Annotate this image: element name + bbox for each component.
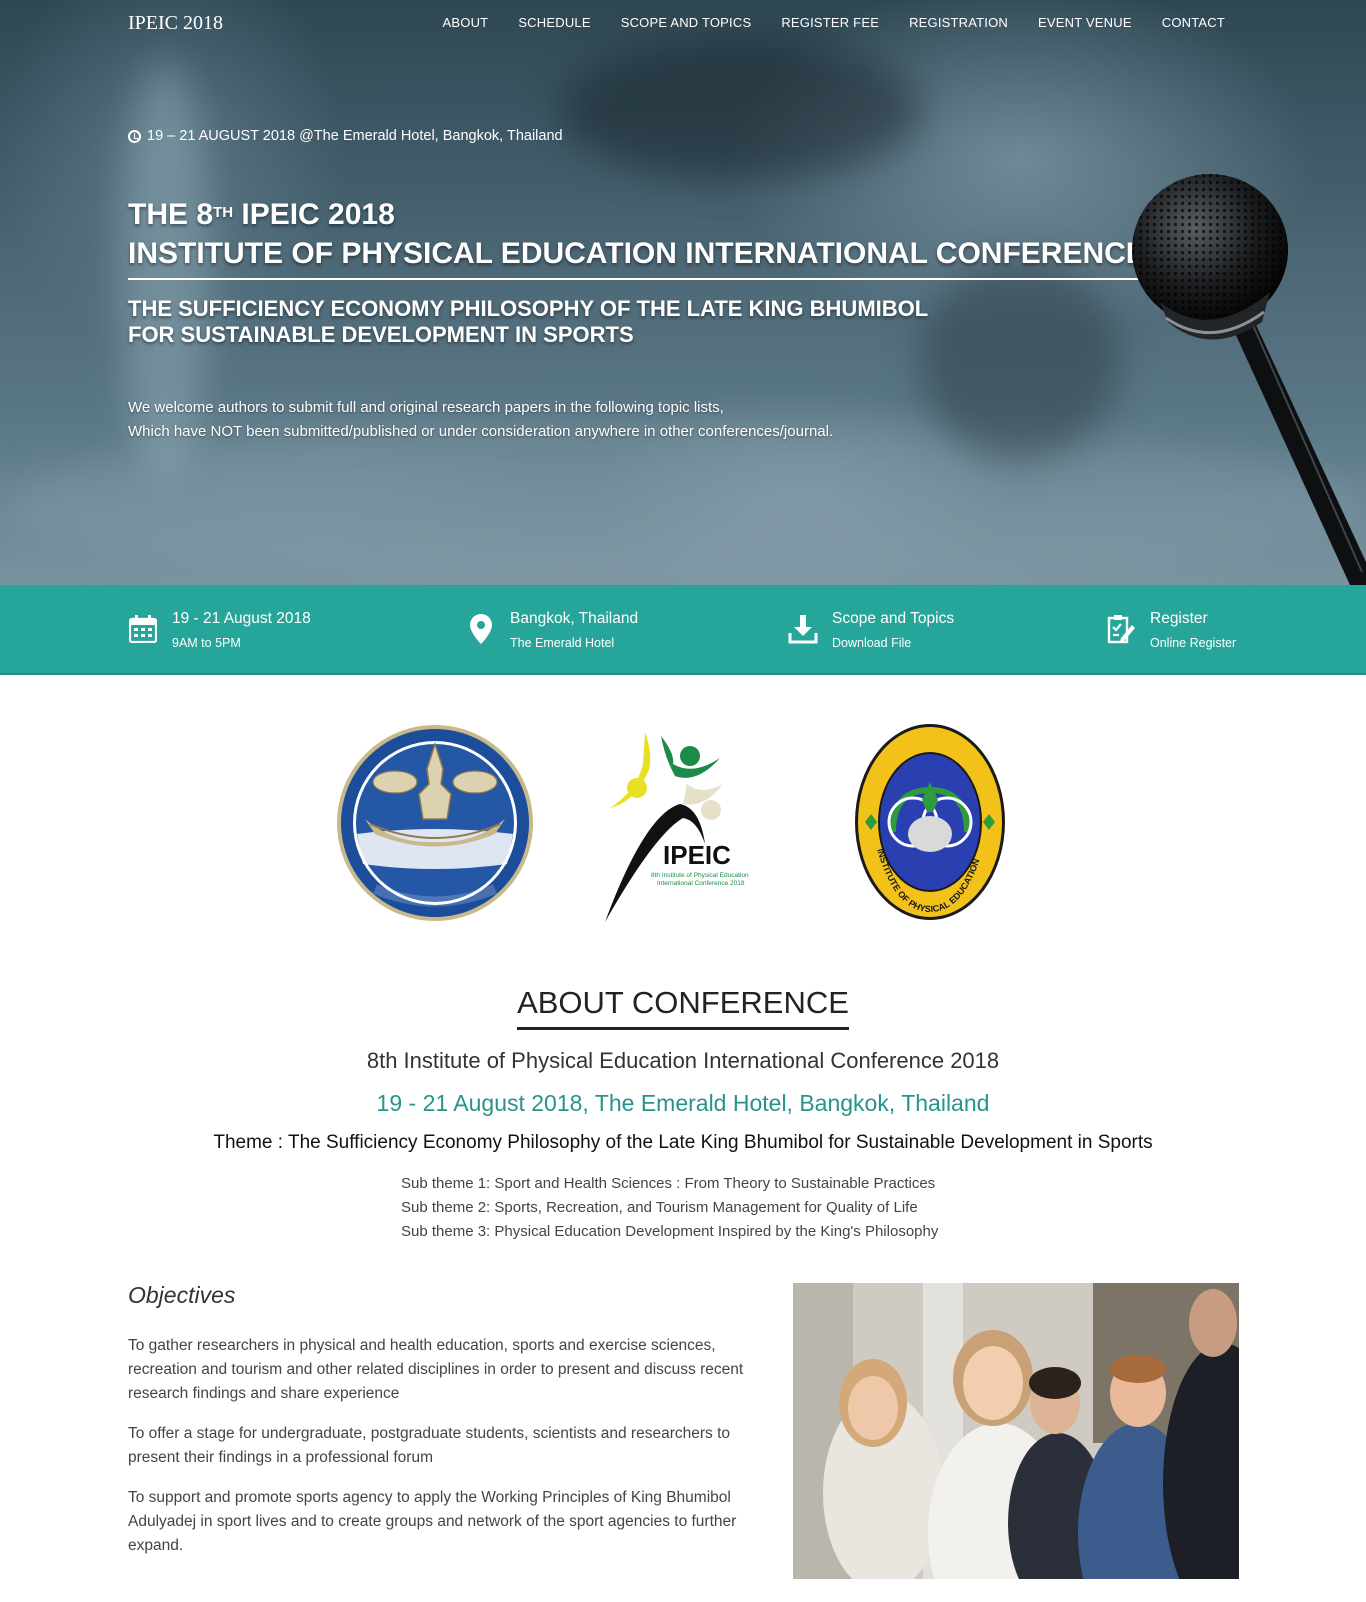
hero-subtitle-line1: THE SUFFICIENCY ECONOMY PHILOSOPHY OF TH… xyxy=(128,296,929,321)
info-scope-sub[interactable]: Download File xyxy=(832,633,954,653)
hero-title-sup: TH xyxy=(213,204,234,221)
about-heading: ABOUT CONFERENCE xyxy=(0,985,1366,1030)
subtheme-item: Sub theme 2: Sports, Recreation, and Tou… xyxy=(401,1199,918,1216)
about-heading-text: ABOUT CONFERENCE xyxy=(517,985,849,1030)
info-date-title: 19 - 21 August 2018 xyxy=(172,610,311,627)
calendar-icon xyxy=(128,613,158,645)
nav-about[interactable]: ABOUT xyxy=(443,15,489,30)
hero-date-text: 19 – 21 AUGUST 2018 @The Emerald Hotel, … xyxy=(147,128,563,144)
main-nav: ABOUT SCHEDULE SCOPE AND TOPICS REGISTER… xyxy=(443,15,1225,30)
info-location-sub: The Emerald Hotel xyxy=(510,636,615,650)
hero-description: We welcome authors to submit full and or… xyxy=(128,396,833,444)
objectives-title: Objectives xyxy=(128,1282,236,1308)
objective-paragraph: To offer a stage for undergraduate, post… xyxy=(128,1425,730,1466)
hero-title-prefix: THE 8 xyxy=(128,198,214,231)
nav-register-fee[interactable]: REGISTER FEE xyxy=(781,15,879,30)
map-pin-icon xyxy=(466,613,496,645)
hero-subtitle-line2: FOR SUSTAINABLE DEVELOPMENT IN SPORTS xyxy=(128,322,634,347)
nav-contact[interactable]: CONTACT xyxy=(1162,15,1225,30)
info-bar: 19 - 21 August 2018 9AM to 5PM Bangkok, … xyxy=(0,585,1366,675)
hero-date-line: 19 – 21 AUGUST 2018 @The Emerald Hotel, … xyxy=(128,128,563,144)
nav-registration[interactable]: REGISTRATION xyxy=(909,15,1008,30)
conference-date-venue: 19 - 21 August 2018, The Emerald Hotel, … xyxy=(376,1090,990,1116)
brand-logo-text[interactable]: IPEIC 2018 xyxy=(128,12,223,35)
hero-desc-line1: We welcome authors to submit full and or… xyxy=(128,399,724,416)
nav-scope-and-topics[interactable]: SCOPE AND TOPICS xyxy=(621,15,752,30)
ipeic-logo-text: IPEIC xyxy=(663,840,731,870)
info-item-register[interactable]: Register Online Register xyxy=(1106,609,1236,653)
info-date-sub: 9AM to 5PM xyxy=(172,636,241,650)
info-register-sub[interactable]: Online Register xyxy=(1150,633,1236,653)
hero-title-suffix: IPEIC 2018 xyxy=(233,198,395,231)
objective-paragraph: To support and promote sports agency to … xyxy=(128,1489,737,1554)
info-scope-title[interactable]: Scope and Topics xyxy=(832,609,954,629)
nav-event-venue[interactable]: EVENT VENUE xyxy=(1038,15,1132,30)
subtheme-item: Sub theme 3: Physical Education Developm… xyxy=(401,1223,939,1240)
objectives-text: To gather researchers in physical and he… xyxy=(128,1334,768,1574)
ipeic-logo-small-1: 8th Institute of Physical Education xyxy=(651,872,749,879)
hero-title-line2: INSTITUTE OF PHYSICAL EDUCATION INTERNAT… xyxy=(128,234,1146,280)
register-icon[interactable] xyxy=(1106,613,1136,645)
info-item-scope[interactable]: Scope and Topics Download File xyxy=(788,609,954,653)
hero-bg-blur xyxy=(920,260,1120,460)
objective-paragraph: To gather researchers in physical and he… xyxy=(128,1337,744,1402)
conference-name: 8th Institute of Physical Education Inte… xyxy=(366,1048,1000,1073)
download-icon[interactable] xyxy=(788,613,818,645)
info-item-location: Bangkok, Thailand The Emerald Hotel xyxy=(466,609,638,653)
subtheme-item: Sub theme 1: Sport and Health Sciences :… xyxy=(401,1175,936,1192)
hero-desc-line2: Which have NOT been submitted/published … xyxy=(128,423,834,440)
microphone-image xyxy=(1132,174,1366,585)
nav-schedule[interactable]: SCHEDULE xyxy=(518,15,590,30)
ipeic-logo: IPEIC 8th Institute of Physical Educatio… xyxy=(605,732,749,922)
hero-subtitle: THE SUFFICIENCY ECONOMY PHILOSOPHY OF TH… xyxy=(128,296,928,348)
conference-theme: Theme : The Sufficiency Economy Philosop… xyxy=(213,1132,1153,1153)
info-register-title[interactable]: Register xyxy=(1150,609,1236,629)
hero-banner: IPEIC 2018 ABOUT SCHEDULE SCOPE AND TOPI… xyxy=(0,0,1366,585)
hero-bg-blur xyxy=(560,40,920,180)
institute-of-physical-education-logo: INSTITUTE OF PHYSICAL EDUCATION xyxy=(855,724,1005,920)
subtheme-list: Sub theme 1: Sport and Health Sciences :… xyxy=(401,1172,938,1244)
ipeic-logo-small-2: International Conference 2018 xyxy=(657,880,745,887)
info-location-title: Bangkok, Thailand xyxy=(510,610,639,627)
hero-title: THE 8TH IPEIC 2018 INSTITUTE OF PHYSICAL… xyxy=(128,196,1146,280)
clock-icon xyxy=(128,129,141,143)
conference-audience-photo xyxy=(793,1283,1239,1579)
ministry-of-tourism-logo xyxy=(337,725,533,921)
info-item-date: 19 - 21 August 2018 9AM to 5PM xyxy=(128,609,311,653)
